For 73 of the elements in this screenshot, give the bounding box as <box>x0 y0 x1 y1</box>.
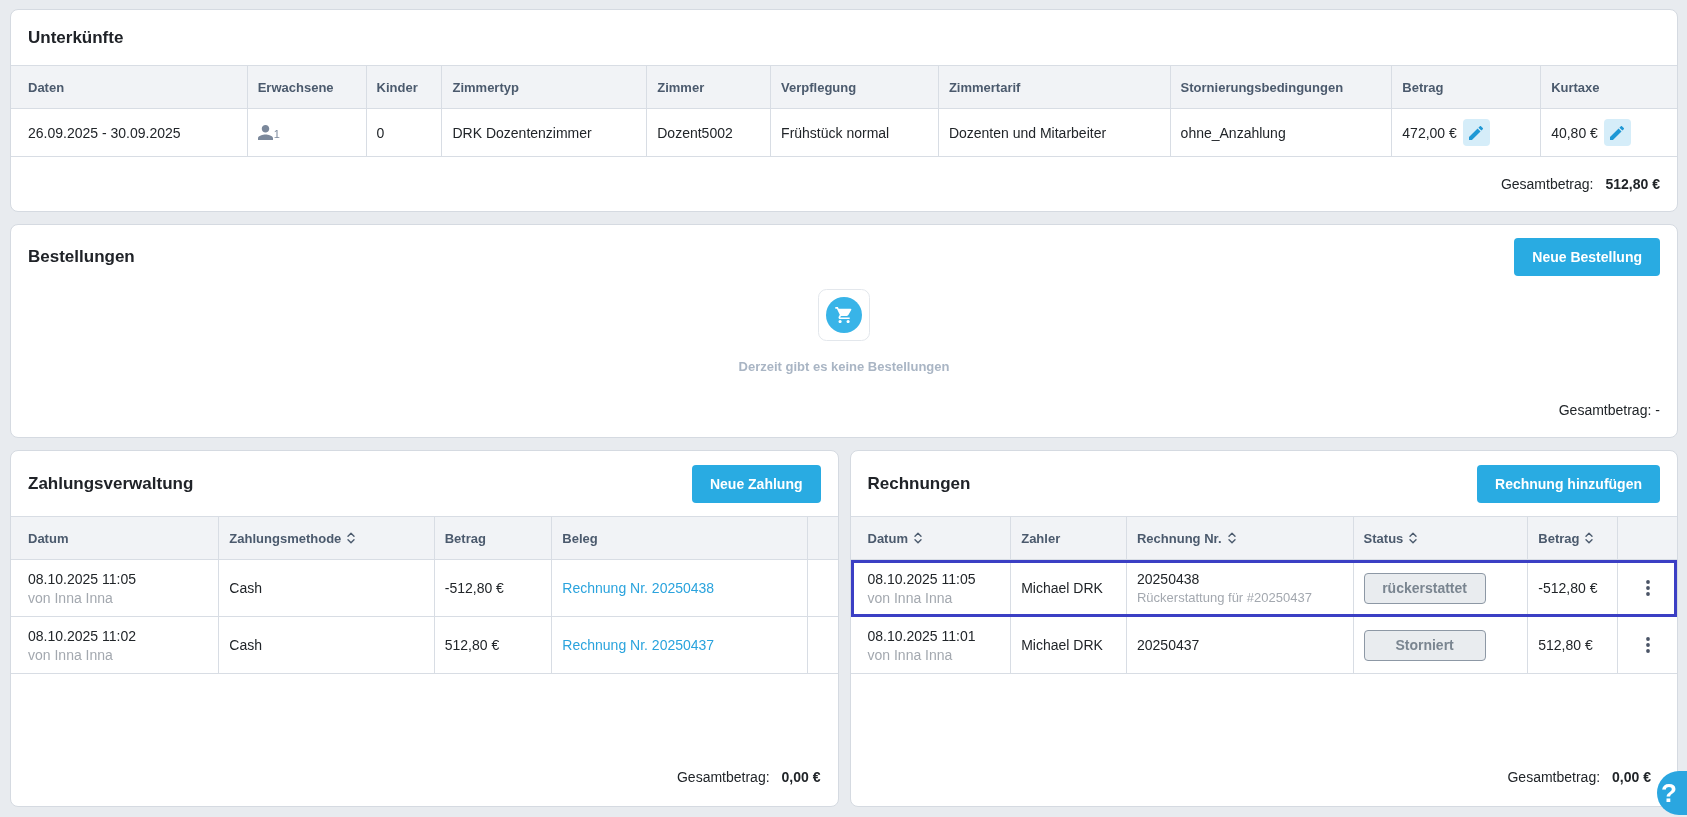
edit-button[interactable] <box>1603 119 1631 146</box>
date-time-text: 08.10.2025 11:05 <box>867 570 976 587</box>
refund-note: Rückerstattung für #20250437 <box>1137 590 1312 605</box>
invoice-number: 20250437 <box>1137 637 1200 653</box>
invoice-number: 20250438 <box>1137 571 1200 587</box>
section-title: Zahlungsverwaltung <box>28 473 194 494</box>
table-cell: -512,80 € <box>433 560 552 616</box>
column-header[interactable]: Datum <box>850 517 1011 559</box>
table-cell: ohne_Anzahlung <box>1169 109 1392 156</box>
column-header: Betrag <box>1391 66 1541 108</box>
total-label: Gesamtbetrag: <box>1558 402 1652 418</box>
guest-count: 1 <box>273 129 280 140</box>
column-header[interactable]: Betrag <box>1527 517 1618 559</box>
column-header: Stornierungsbedingungen <box>1169 66 1392 108</box>
total-label: Gesamtbetrag: <box>1507 769 1601 785</box>
pencil-icon <box>1610 125 1625 140</box>
column-header: Datum <box>27 529 70 548</box>
edit-button[interactable] <box>1462 119 1490 146</box>
amount-text: 40,80 € <box>1551 124 1598 141</box>
table-cell-text: 26.09.2025 - 30.09.2025 <box>27 123 182 143</box>
author-text: von Inna Inna <box>867 589 953 606</box>
total-label: Gesamtbetrag: <box>1500 176 1594 192</box>
column-header: Verpflegung <box>770 66 938 108</box>
total-amount: 512,80 € <box>1605 176 1660 192</box>
author-text: von Inna Inna <box>867 646 953 663</box>
column-header: Zimmertyp <box>441 66 647 108</box>
table-cell: 512,80 € <box>1527 617 1618 673</box>
column-header[interactable]: Status <box>1352 517 1528 559</box>
cart-icon <box>818 289 870 341</box>
table-cell: Michael DRK <box>1010 560 1126 616</box>
column-header[interactable]: Rechnung Nr. <box>1126 517 1353 559</box>
person-icon <box>257 125 273 140</box>
author-text: von Inna Inna <box>28 589 113 606</box>
date-time-text: 08.10.2025 11:01 <box>867 627 976 644</box>
section-title: Bestellungen <box>28 247 135 267</box>
status-badge: Storniert <box>1363 629 1486 661</box>
pencil-icon <box>1469 125 1484 140</box>
section-title: Unterkünfte <box>28 27 124 48</box>
table-row[interactable]: 08.10.2025 11:01 von Inna Inna Michael DRK 20250437 Storniert 512,80 € <box>850 617 1677 674</box>
section-title: Rechnungen <box>867 473 971 494</box>
column-header[interactable]: Zahlungsmethode <box>218 517 434 559</box>
amount-text: 472,00 € <box>1402 124 1457 141</box>
more-menu-icon[interactable] <box>1645 637 1650 653</box>
column-header: Kurtaxe <box>1540 66 1677 108</box>
table-cell: DRK Dozentenzimmer <box>441 109 647 156</box>
total-amount: 0,00 € <box>1612 769 1651 785</box>
table-cell: 0 <box>365 109 442 156</box>
table-cell: Michael DRK <box>1010 617 1126 673</box>
status-badge: rückerstattet <box>1363 572 1486 604</box>
column-header: Zahler <box>1010 517 1126 559</box>
column-header: Zimmer <box>646 66 771 108</box>
table-cell: Dozenten und Mitarbeiter <box>937 109 1170 156</box>
table-cell: -512,80 € <box>1527 560 1618 616</box>
column-header: Zimmertarif <box>937 66 1170 108</box>
column-header: Betrag <box>433 517 552 559</box>
column-header: Beleg <box>551 517 807 559</box>
table-cell: Frühstück normal <box>770 109 938 156</box>
author-text: von Inna Inna <box>28 646 113 663</box>
table-cell: 512,80 € <box>433 617 552 673</box>
date-time-text: 08.10.2025 11:02 <box>28 627 136 644</box>
empty-state-text: Derzeit gibt es keine Bestellungen <box>738 359 950 374</box>
table-cell: Cash <box>218 617 434 673</box>
column-header: Kinder <box>365 66 442 108</box>
column-header: Erwachsene <box>246 66 366 108</box>
date-time-text: 08.10.2025 11:05 <box>28 570 136 587</box>
table-cell: Dozent5002 <box>646 109 771 156</box>
column-header: Daten <box>27 78 66 97</box>
total-label: Gesamtbetrag: <box>676 769 770 785</box>
total-amount: 0,00 € <box>781 769 821 785</box>
total-amount: - <box>1655 402 1660 418</box>
more-menu-icon[interactable] <box>1645 580 1650 596</box>
table-row[interactable]: 08.10.2025 11:05 von Inna Inna Michael DRK 20250438 Rückerstattung für #20250437 rückerstattet -512,80 € <box>850 560 1677 617</box>
table-cell: Cash <box>218 560 434 616</box>
